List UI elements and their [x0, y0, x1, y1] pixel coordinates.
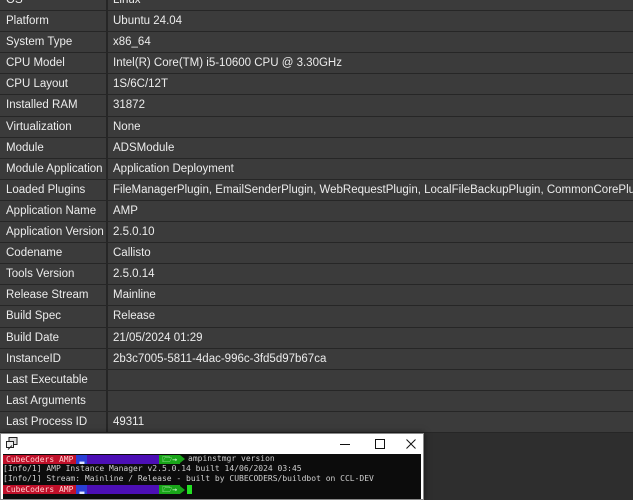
info-value: Application Deployment [108, 158, 633, 179]
minimize-button[interactable] [330, 434, 360, 454]
info-key: Last Arguments [0, 390, 106, 411]
maximize-button[interactable] [365, 434, 395, 454]
terminal-command: ampinstmgr version [188, 454, 275, 463]
info-key: CPU Model [0, 53, 106, 74]
prompt-path-segment [87, 454, 160, 464]
info-key: Loaded Plugins [0, 179, 106, 200]
close-icon [406, 439, 416, 449]
info-row: Build Date 21/05/2024 01:29 [0, 327, 633, 349]
info-key: Application Version [0, 222, 106, 243]
info-key: Module [0, 137, 106, 158]
info-value: 49311 [108, 411, 633, 432]
info-key: CPU Layout [0, 74, 106, 95]
info-value: Mainline [108, 285, 633, 306]
info-value: x86_64 [108, 32, 633, 53]
terminal-window[interactable]: CubeCoders AMP ▂ 🗁→ ampinstmgr version [Inf… [0, 433, 424, 500]
prompt-dir-segment: 🗁→ [159, 454, 181, 464]
info-row: CPU Layout 1S/6C/12T [0, 74, 633, 96]
terminal-app-icon [6, 437, 18, 450]
info-value: AMP [108, 200, 633, 222]
info-value: 31872 [108, 95, 633, 116]
info-row: Last Executable [0, 369, 633, 391]
info-row: Loaded Plugins FileManagerPlugin, EmailSe… [0, 179, 633, 201]
folder-icon: 🗁 [162, 485, 173, 495]
info-row: Last Process ID 49311 [0, 411, 633, 433]
info-key: Build Spec [0, 306, 106, 327]
prompt-path-segment [87, 485, 160, 495]
info-row: System Type x86_64 [0, 32, 633, 54]
info-key: Last Executable [0, 369, 106, 390]
info-value: None [108, 116, 633, 137]
prompt-dir-segment: 🗁→ [159, 485, 181, 495]
info-row: Application Version 2.5.0.10 [0, 222, 633, 244]
info-value: Release [108, 306, 633, 327]
info-value: Linux [108, 0, 633, 11]
info-key: Installed RAM [0, 95, 106, 116]
info-value: FileManagerPlugin, EmailSenderPlugin, We… [108, 179, 633, 200]
info-key: System Type [0, 32, 106, 53]
arrow-icon: → [172, 454, 178, 464]
info-key: Module Application [0, 158, 106, 179]
info-value: Ubuntu 24.04 [108, 11, 633, 32]
prompt-user-segment: ▂ [76, 454, 88, 464]
info-value [108, 369, 633, 390]
info-row: Build Spec Release [0, 306, 633, 328]
info-value: Intel(R) Core(TM) i5-10600 CPU @ 3.30GHz [108, 53, 633, 74]
info-key: Platform [0, 11, 106, 32]
info-row: OS Linux [0, 0, 633, 12]
maximize-icon [375, 439, 385, 449]
info-row: CPU Model Intel(R) Core(TM) i5-10600 CPU … [0, 53, 633, 75]
info-row: Installed RAM 31872 [0, 95, 633, 117]
close-button[interactable] [396, 434, 426, 454]
system-info-table: OS Linux Platform Ubuntu 24.04 System Type x8… [0, 0, 633, 433]
terminal-output-line: [Info/1] AMP Instance Manager v2.5.0.14 … [3, 464, 302, 474]
info-value: 21/05/2024 01:29 [108, 327, 633, 348]
info-row: Release Stream Mainline [0, 285, 633, 307]
info-key: Application Name [0, 200, 106, 222]
terminal-cursor[interactable] [187, 485, 193, 495]
terminal-titlebar[interactable] [1, 434, 423, 454]
info-key: Release Stream [0, 285, 106, 306]
terminal-prompt-line: CubeCoders AMP ▂ 🗁→ ampinstmgr version [3, 454, 421, 464]
folder-icon: 🗁 [162, 454, 173, 464]
minimize-icon [340, 444, 350, 445]
info-value: 1S/6C/12T [108, 74, 633, 95]
info-value: ADSModule [108, 137, 633, 158]
info-key: InstanceID [0, 348, 106, 369]
info-row: Codename Callisto [0, 243, 633, 265]
info-key: Virtualization [0, 116, 106, 137]
info-row: Module Application Application Deployment [0, 158, 633, 180]
prompt-host-segment: CubeCoders AMP [3, 454, 77, 464]
info-row: Last Arguments [0, 390, 633, 412]
info-key: OS [0, 0, 106, 11]
arrow-icon: → [172, 485, 178, 495]
terminal-screen[interactable]: CubeCoders AMP ▂ 🗁→ ampinstmgr version [Inf… [3, 454, 421, 499]
info-row: Tools Version 2.5.0.14 [0, 264, 633, 286]
info-key: Build Date [0, 327, 106, 348]
info-row: Platform Ubuntu 24.04 [0, 11, 633, 33]
info-key: Last Process ID [0, 411, 106, 432]
info-row: Application Name AMP [0, 200, 633, 223]
info-row: InstanceID 2b3c7005-5811-4dac-996c-3fd5d9… [0, 348, 633, 370]
info-value [108, 390, 633, 411]
terminal-output-line: [Info/1] Stream: Mainline / Release - bu… [3, 474, 374, 484]
info-value: 2b3c7005-5811-4dac-996c-3fd5d97b67ca [108, 348, 633, 369]
info-row: Virtualization None [0, 116, 633, 138]
info-key: Tools Version [0, 264, 106, 285]
prompt-host-segment: CubeCoders AMP [3, 485, 77, 495]
info-value: Callisto [108, 243, 633, 264]
info-value: 2.5.0.10 [108, 222, 633, 243]
info-key: Codename [0, 243, 106, 264]
prompt-user-segment: ▂ [76, 485, 88, 495]
info-value: 2.5.0.14 [108, 264, 633, 285]
terminal-prompt-line: CubeCoders AMP ▂ 🗁→ [3, 485, 421, 495]
info-row: Module ADSModule [0, 137, 633, 159]
